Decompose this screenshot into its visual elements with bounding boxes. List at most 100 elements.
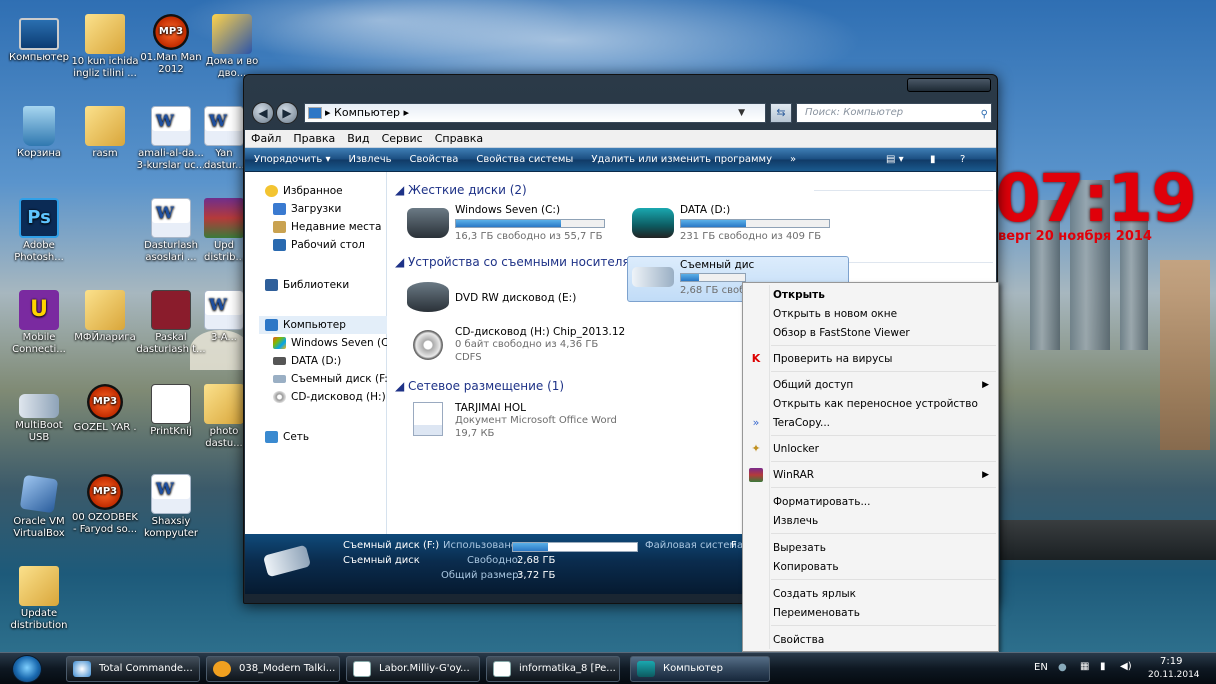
menu-cut[interactable]: Вырезать [773, 539, 995, 557]
desktop-icon-photoshop[interactable]: Ps Adobe Photosh... [4, 198, 74, 264]
taskbar-item-aimp[interactable]: 038_Modern Talki... [206, 656, 340, 682]
desktop-icon-word[interactable]: W Shaxsiy kompyuter [136, 474, 206, 540]
drive-item-h[interactable]: CD-дисковод (H:) Chip_2013.12 0 байт сво… [407, 326, 637, 370]
desktop-icon-mp3[interactable]: MP3 00 OZODBEK - Faryod so... [70, 474, 140, 536]
eject-button[interactable]: Извлечь [339, 148, 400, 171]
tray-volume-icon[interactable]: ◀) [1120, 661, 1132, 672]
menu-unlocker[interactable]: ✦ Unlocker [751, 440, 995, 458]
address-dropdown-icon[interactable]: ▼ [738, 104, 745, 122]
desktop-icon-computer[interactable]: Компьютер [4, 14, 74, 64]
desktop-icon-rocket[interactable]: Дома и во дво... [204, 14, 260, 80]
language-indicator[interactable]: EN [1034, 662, 1048, 673]
nav-libraries[interactable]: Библиотеки [265, 276, 387, 294]
taskbar-item-word-2[interactable]: informatika_8 [Pe... [486, 656, 620, 682]
drive-item-c[interactable]: Windows Seven (C:) 16,3 ГБ свободно из 5… [407, 204, 617, 248]
tray-date[interactable]: 20.11.2014 [1148, 670, 1200, 680]
menu-faststone[interactable]: Обзор в FastStone Viewer [773, 324, 995, 342]
tray-battery-icon[interactable]: ▮ [1100, 661, 1106, 672]
desktop-icon-mobile[interactable]: U Mobile Connecti... [4, 290, 74, 356]
details-free-value: 2,68 ГБ [517, 555, 556, 566]
menu-item-label: Открыть в новом окне [773, 308, 898, 320]
address-bar[interactable]: ▸ Компьютер ▸ ▼ [304, 103, 766, 123]
menu-virus-check[interactable]: K Проверить на вирусы [752, 350, 995, 368]
more-commands-button[interactable]: » [781, 148, 805, 171]
desktop-icon-folder[interactable]: Update distribution [4, 566, 74, 632]
nav-favorites[interactable]: Избранное [265, 182, 387, 200]
menu-open[interactable]: Открыть [773, 286, 995, 304]
desktop-icon-mp3[interactable]: MP3 01.Man Man 2012 [136, 14, 206, 76]
drive-item-d[interactable]: DATA (D:) 231 ГБ свободно из 409 ГБ [632, 204, 842, 248]
menu-bar: Файл Правка Вид Сервис Справка [245, 130, 996, 148]
menu-open-new-window[interactable]: Открыть в новом окне [773, 305, 995, 323]
menu-rename[interactable]: Переименовать [773, 604, 995, 622]
menu-open-portable[interactable]: Открыть как переносное устройство [773, 395, 995, 413]
group-hard-disks[interactable]: ◢ Жесткие диски (2) [395, 182, 993, 198]
menu-help[interactable]: Справка [429, 130, 489, 147]
nav-drive-c[interactable]: Windows Seven (C:) [273, 334, 387, 352]
help-icon[interactable]: ? [951, 148, 974, 171]
back-button[interactable]: ◀ [252, 102, 274, 124]
context-menu: Открыть Открыть в новом окне Обзор в Fas… [742, 282, 999, 652]
system-properties-button[interactable]: Свойства системы [467, 148, 582, 171]
menu-tools[interactable]: Сервис [376, 130, 429, 147]
details-total-label: Общий размер: [441, 570, 522, 581]
details-free-label: Свободно: [467, 555, 522, 566]
desktop-icon-virtualbox[interactable]: Oracle VM VirtualBox [4, 474, 74, 540]
desktop-icon-usb[interactable]: MultiBoot USB [4, 384, 74, 444]
search-input[interactable]: Поиск: Компьютер ⚲ [796, 103, 992, 123]
menu-share[interactable]: Общий доступ ▶ [773, 376, 995, 394]
taskbar-item-explorer[interactable]: Компьютер [630, 656, 770, 682]
tray-network-icon[interactable]: ▦ [1080, 661, 1089, 672]
desktop-icon-word[interactable]: Wamali-al-da... 3-kurslar uc... [136, 106, 206, 172]
menu-file[interactable]: Файл [245, 130, 287, 147]
desktop-icon-folder[interactable]: photo dastu... [204, 384, 244, 450]
menu-winrar[interactable]: WinRAR ▶ [749, 466, 995, 484]
menu-format[interactable]: Форматировать... [773, 493, 995, 511]
start-button[interactable] [12, 655, 42, 683]
taskbar-item-total-commander[interactable]: Total Commande... [66, 656, 200, 682]
desktop-icon-book[interactable]: Paskal dasturlash t... [136, 290, 206, 356]
desktop-icon-word[interactable]: W 3-A... [204, 290, 244, 344]
menu-view[interactable]: Вид [341, 130, 375, 147]
menu-copy[interactable]: Копировать [773, 558, 995, 576]
forward-button[interactable]: ▶ [276, 102, 298, 124]
properties-button[interactable]: Свойства [401, 148, 468, 171]
taskbar-item-word-1[interactable]: Labor.Milliy-G'oy... [346, 656, 480, 682]
desktop-icon-trash[interactable]: Корзина [4, 106, 74, 160]
uninstall-program-button[interactable]: Удалить или изменить программу [582, 148, 781, 171]
desktop-icon-label: photo dastu... [205, 426, 243, 449]
desktop-icon-folder[interactable]: МФЙларига [70, 290, 140, 344]
desktop-icon-word[interactable]: W Dasturlash asoslari ... [136, 198, 206, 264]
nav-computer[interactable]: Компьютер [259, 316, 387, 334]
menu-teracopy[interactable]: » TeraCopy... [753, 414, 995, 432]
preview-pane-icon[interactable]: ▮ [921, 148, 945, 171]
refresh-button[interactable]: ⇆ [770, 103, 792, 123]
organize-button[interactable]: Упорядочить ▾ [245, 148, 339, 171]
menu-properties[interactable]: Свойства [773, 631, 995, 649]
nav-drive-d[interactable]: DATA (D:) [273, 352, 387, 370]
tray-time[interactable]: 7:19 [1160, 656, 1182, 667]
nav-drive-h[interactable]: CD-дисковод (H:) C [273, 388, 387, 406]
menu-eject[interactable]: Извлечь [773, 512, 995, 530]
nav-recent[interactable]: Недавние места [273, 218, 395, 236]
drive-item-e[interactable]: DVD RW дисковод (E:) [407, 278, 617, 322]
desktop-icon-mp3[interactable]: MP3 GOZEL YAR . [70, 384, 140, 434]
window-control-buttons[interactable] [907, 78, 991, 92]
nav-drive-f[interactable]: Съемный диск (F:) [273, 370, 387, 388]
nav-downloads[interactable]: Загрузки [273, 200, 395, 218]
desktop-icon-winrar[interactable]: Upd distrib... [204, 198, 245, 264]
nav-label: CD-дисковод (H:) C [291, 391, 387, 403]
menu-edit[interactable]: Правка [287, 130, 341, 147]
network-item[interactable]: TARJIMAI HOL Документ Microsoft Office W… [407, 402, 637, 446]
view-options-icon[interactable]: ▤ ▾ [877, 148, 913, 171]
nav-desktop[interactable]: Рабочий стол [273, 236, 395, 254]
dvd-drive-icon [407, 282, 449, 312]
nav-network[interactable]: Сеть [265, 428, 387, 446]
desktop-icon-folder[interactable]: rasm [70, 106, 140, 160]
menu-create-shortcut[interactable]: Создать ярлык [773, 585, 995, 603]
nav-label: Библиотеки [283, 279, 350, 291]
desktop-icon-book[interactable]: PrintKnij [136, 384, 206, 438]
desktop-icon-folder[interactable]: 10 kun ichida ingliz tilini ... [70, 14, 140, 80]
desktop-icon-word[interactable]: W Yan dastur... [204, 106, 245, 172]
word-document-icon [413, 402, 443, 436]
